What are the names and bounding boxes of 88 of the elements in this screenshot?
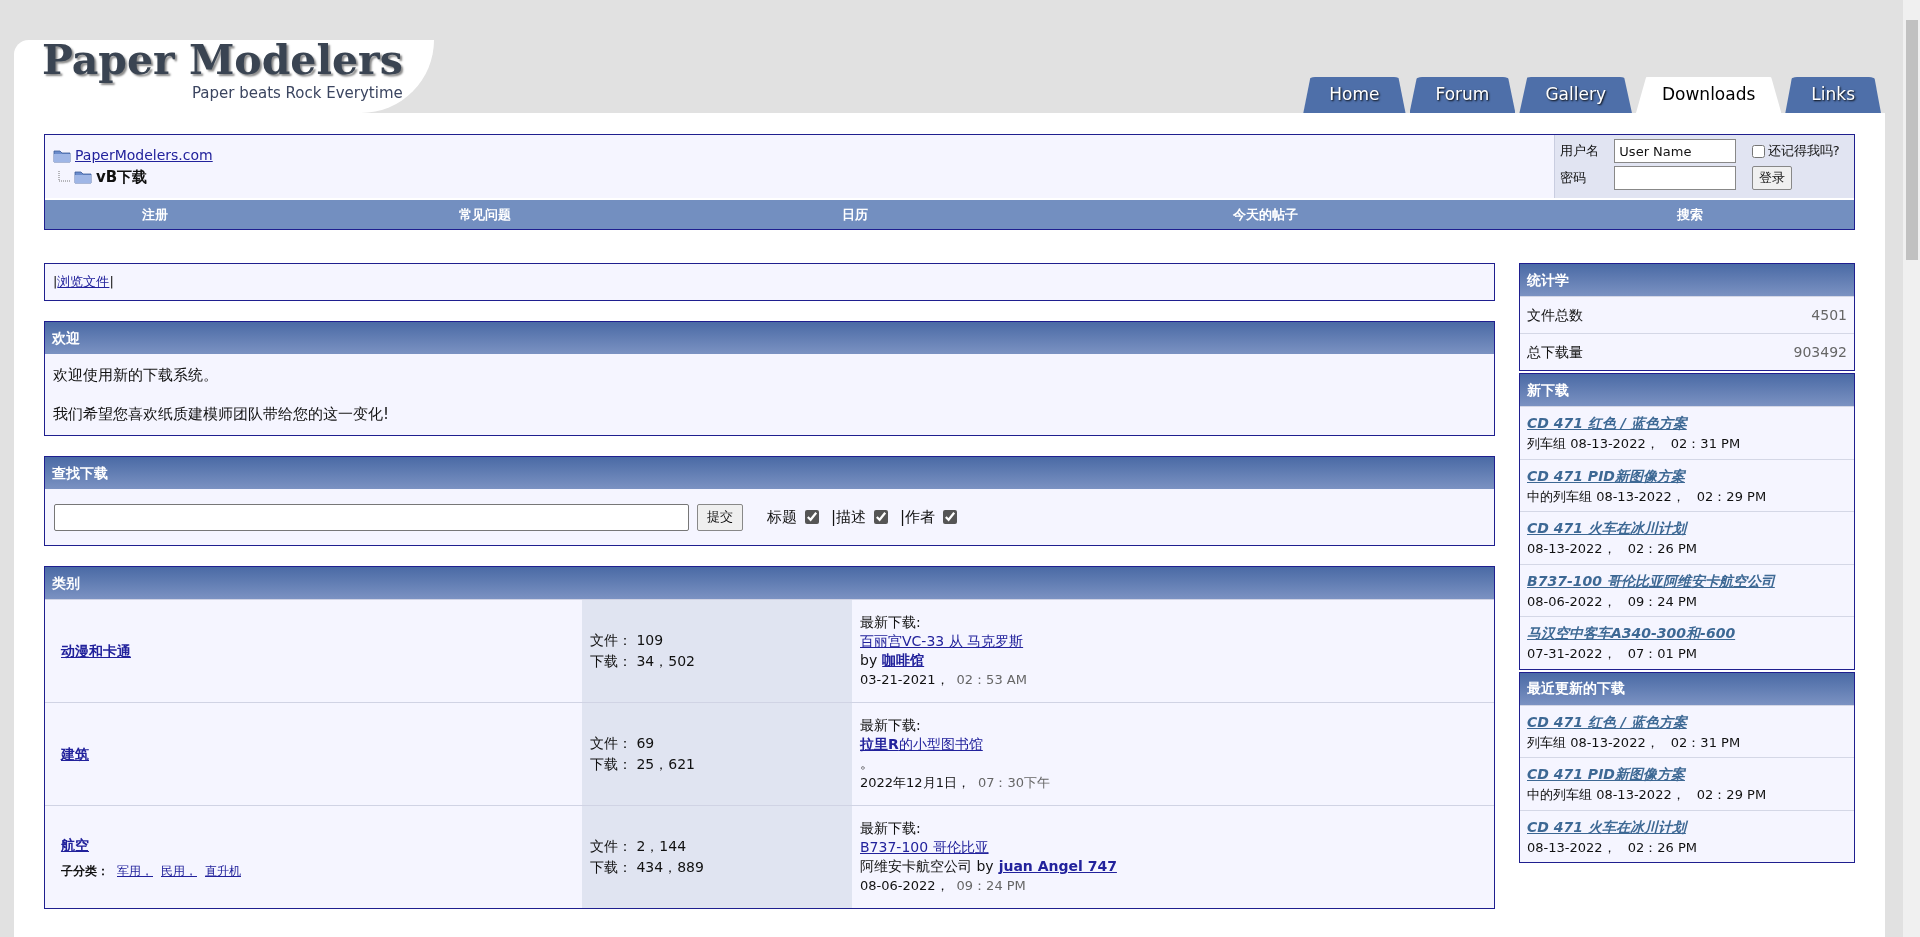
logo-tagline: Paper beats Rock Everytime — [191, 84, 403, 102]
latest-time: 07：30下午 — [977, 774, 1050, 792]
download-link[interactable]: CD 471 PID新图像方案 — [1527, 764, 1847, 785]
download-date: 列车组 08-13-2022， 02：31 PM — [1527, 733, 1742, 752]
search-option-checkbox[interactable] — [805, 510, 819, 524]
separator-text: | — [53, 273, 58, 292]
downloads-count: 下载： 434，889 — [590, 858, 705, 877]
by-text: 阿维安卡航空公司 by — [860, 857, 994, 876]
download-date: 中的列车组 08-13-2022， 02：29 PM — [1527, 487, 1768, 506]
download-link[interactable]: CD 471 PID新图像方案 — [1527, 465, 1847, 487]
stat-value: 4501 — [1811, 305, 1847, 325]
welcome-text: 欢迎使用新的下载系统。 — [53, 365, 219, 386]
panel-header: 统计学 — [1520, 264, 1854, 296]
download-date: 列车组 08-13-2022， 02：31 PM — [1527, 435, 1742, 453]
search-option-checkbox[interactable] — [943, 510, 958, 524]
password-label: 密码 — [1560, 169, 1587, 188]
nav-tab[interactable]: Links — [1785, 77, 1881, 113]
download-link[interactable]: CD 471 火车在冰川计划 — [1527, 816, 1847, 838]
remember-checkbox[interactable] — [1751, 144, 1765, 158]
author-link[interactable]: 咖啡馆 — [882, 651, 925, 670]
latest-label: 最新下载: — [860, 613, 921, 632]
latest-time: 09：24 PM — [956, 877, 1026, 895]
panel-header: 类别 — [45, 567, 1494, 599]
download-date: 08-06-2022， 09：24 PM — [1527, 592, 1698, 611]
login-button[interactable]: 登录 — [1751, 166, 1792, 190]
download-link[interactable]: CD 471 火车在冰川计划 — [1527, 518, 1847, 539]
stat-label: 总下载量 — [1527, 342, 1583, 362]
files-count: 文件： 109 — [590, 631, 665, 650]
latest-download-link[interactable]: B737-100 哥伦比亚 — [860, 838, 989, 857]
panel-header: 最近更新的下载 — [1520, 672, 1854, 705]
latest-date: 03-21-2021， — [860, 671, 949, 689]
search-option-label: 标题 — [767, 506, 797, 528]
welcome-text: 我们希望您喜欢纸质建模师团队带给您的这一变化! — [53, 403, 390, 425]
downloads-count: 下载： 34，502 — [590, 652, 696, 671]
username-field[interactable]: User Name — [1614, 139, 1737, 163]
download-link[interactable]: CD 471 红色 / 蓝色方案 — [1527, 413, 1847, 434]
nav-tab[interactable]: Gallery — [1519, 77, 1632, 113]
latest-label: 最新下载: — [860, 819, 921, 838]
nav-tab[interactable]: Home — [1303, 77, 1406, 113]
category-link[interactable]: 建筑 — [61, 743, 89, 765]
panel-header: 查找下载 — [45, 457, 1494, 489]
panel-header: 新下载 — [1520, 374, 1854, 406]
author-link[interactable]: juan Angel 747 — [998, 857, 1117, 876]
category-link[interactable]: 航空 — [61, 834, 89, 856]
search-option-checkbox[interactable] — [874, 510, 889, 524]
subcategory-link[interactable]: 民用， — [161, 861, 197, 880]
search-option-label: |作者 — [900, 506, 936, 528]
stat-value: 903492 — [1793, 342, 1847, 362]
tree-line-icon — [58, 171, 70, 184]
files-count: 文件： 2，144 — [590, 837, 688, 856]
breadcrumb-current: vB下载 — [96, 167, 148, 188]
download-date: 08-13-2022， 02：26 PM — [1527, 838, 1698, 857]
download-link[interactable]: CD 471 红色 / 蓝色方案 — [1527, 711, 1847, 733]
downloads-count: 下载： 25，621 — [590, 755, 696, 774]
remember-label: 还记得我吗? — [1767, 142, 1840, 161]
separator-text: | — [109, 273, 114, 292]
search-field[interactable] — [54, 503, 689, 531]
download-link[interactable]: B737-100 哥伦比亚阿维安卡航空公司 — [1527, 570, 1847, 592]
stat-label: 文件总数 — [1527, 305, 1583, 325]
subcategory-link[interactable]: 直升机 — [205, 861, 241, 880]
logo-title: Paper Modelers — [42, 36, 403, 84]
subcategories-label: 子分类： — [61, 862, 109, 880]
submit-button[interactable]: 提交 — [697, 503, 743, 531]
username-label: 用户名 — [1560, 142, 1600, 161]
search-option-label: |描述 — [831, 506, 867, 528]
by-text: by — [860, 651, 878, 670]
folder-icon — [74, 170, 92, 185]
latest-time: 02：53 AM — [956, 671, 1027, 689]
nav-tab[interactable]: Forum — [1409, 77, 1516, 113]
panel-header: 欢迎 — [45, 322, 1494, 354]
folder-icon — [53, 148, 71, 163]
download-link[interactable]: 马汉空中客车A340-300和-600 — [1527, 623, 1847, 644]
breadcrumb-link[interactable]: PaperModelers.com — [75, 145, 213, 166]
latest-date: 2022年12月1日， — [860, 774, 970, 792]
note-text: 。 — [860, 754, 874, 773]
scrollbar[interactable] — [1903, 0, 1920, 937]
nav-tab[interactable]: Downloads — [1635, 77, 1782, 113]
download-date: 07-31-2022， 07：01 PM — [1527, 645, 1698, 663]
latest-date: 08-06-2022， — [860, 877, 949, 895]
download-date: 08-13-2022， 02：26 PM — [1527, 540, 1698, 558]
category-link[interactable]: 动漫和卡通 — [61, 640, 131, 662]
latest-label: 最新下载: — [860, 716, 921, 735]
browse-files-link[interactable]: 浏览文件 — [57, 272, 110, 292]
download-date: 中的列车组 08-13-2022， 02：29 PM — [1527, 786, 1768, 804]
subcategory-link[interactable]: 军用， — [117, 861, 153, 880]
password-field[interactable] — [1614, 166, 1737, 190]
latest-download-link[interactable]: 百丽宫VC-33 从 马克罗斯 — [860, 632, 1024, 651]
files-count: 文件： 69 — [590, 734, 656, 753]
